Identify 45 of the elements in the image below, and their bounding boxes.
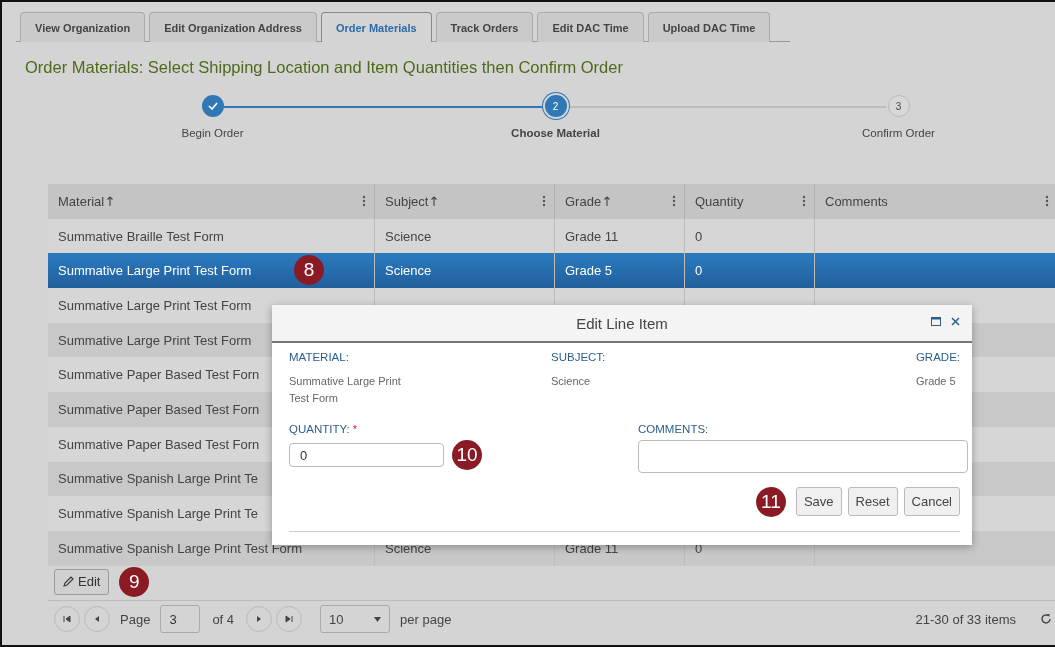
table-cell: Science [385,540,432,556]
table-cell: Summative Spanish Large Print Te [58,471,258,487]
field-label: MATERIAL: [289,351,350,363]
table-cell: 0 [695,228,703,244]
items-summary: 21-30 of 33 items [915,611,1016,627]
page-heading: Order Materials: Select Shipping Location and Item Quantities then Confirm Order [25,58,624,77]
table-cell: Summative Large Print Test Form [58,297,252,313]
table-cell: 0 [695,263,703,279]
table-cell: Summative Paper Based Test Forn [58,367,260,383]
table-cell: Summative Braille Test Form [58,228,224,244]
step-label: Choose Material [511,127,600,139]
field-label: COMMENTS: [638,423,710,435]
per-page-label: per page [400,611,452,627]
table-cell: Grade 5 [565,263,612,279]
column-header: Material [58,193,105,209]
field-value: Grade 5 [915,374,956,389]
step-label: Confirm Order [862,127,935,139]
field-label: GRADE: [915,351,960,363]
field-label: SUBJECT: [551,351,607,363]
callout-badge: 10 [452,440,482,470]
step-label: Begin Order [181,127,244,139]
column-header: Comments [825,193,888,209]
step-number: 2 [544,95,567,117]
column-header: Grade [565,193,602,209]
table-cell: Grade 11 [565,228,619,244]
table-cell: Science [385,228,432,244]
callout-badge: 11 [755,487,786,517]
column-header: Subject [385,193,429,209]
page-label: Page [120,611,151,627]
callout-badge: 8 [294,255,324,286]
column-header: Quantity [695,193,744,209]
table-cell: Summative Large Print Test Form [58,263,252,279]
table-cell: Summative Paper Based Test Forn [58,401,260,417]
step-number: 3 [887,95,910,117]
callout-badge: 9 [119,566,150,597]
field-label: QUANTITY: * [289,423,358,435]
dialog-title: Edit Line Item [576,314,668,332]
table-cell: Summative Large Print Test Form [58,332,252,348]
field-value: Summative Large Print Test Form [289,374,402,406]
table-cell: Summative Spanish Large Print Te [58,506,258,522]
required-mark: * [352,423,357,435]
table-cell: Summative Paper Based Test Forn [58,436,260,452]
page-count: of 4 [212,611,235,627]
field-value: Science [551,374,592,389]
table-cell: Science [385,263,432,279]
